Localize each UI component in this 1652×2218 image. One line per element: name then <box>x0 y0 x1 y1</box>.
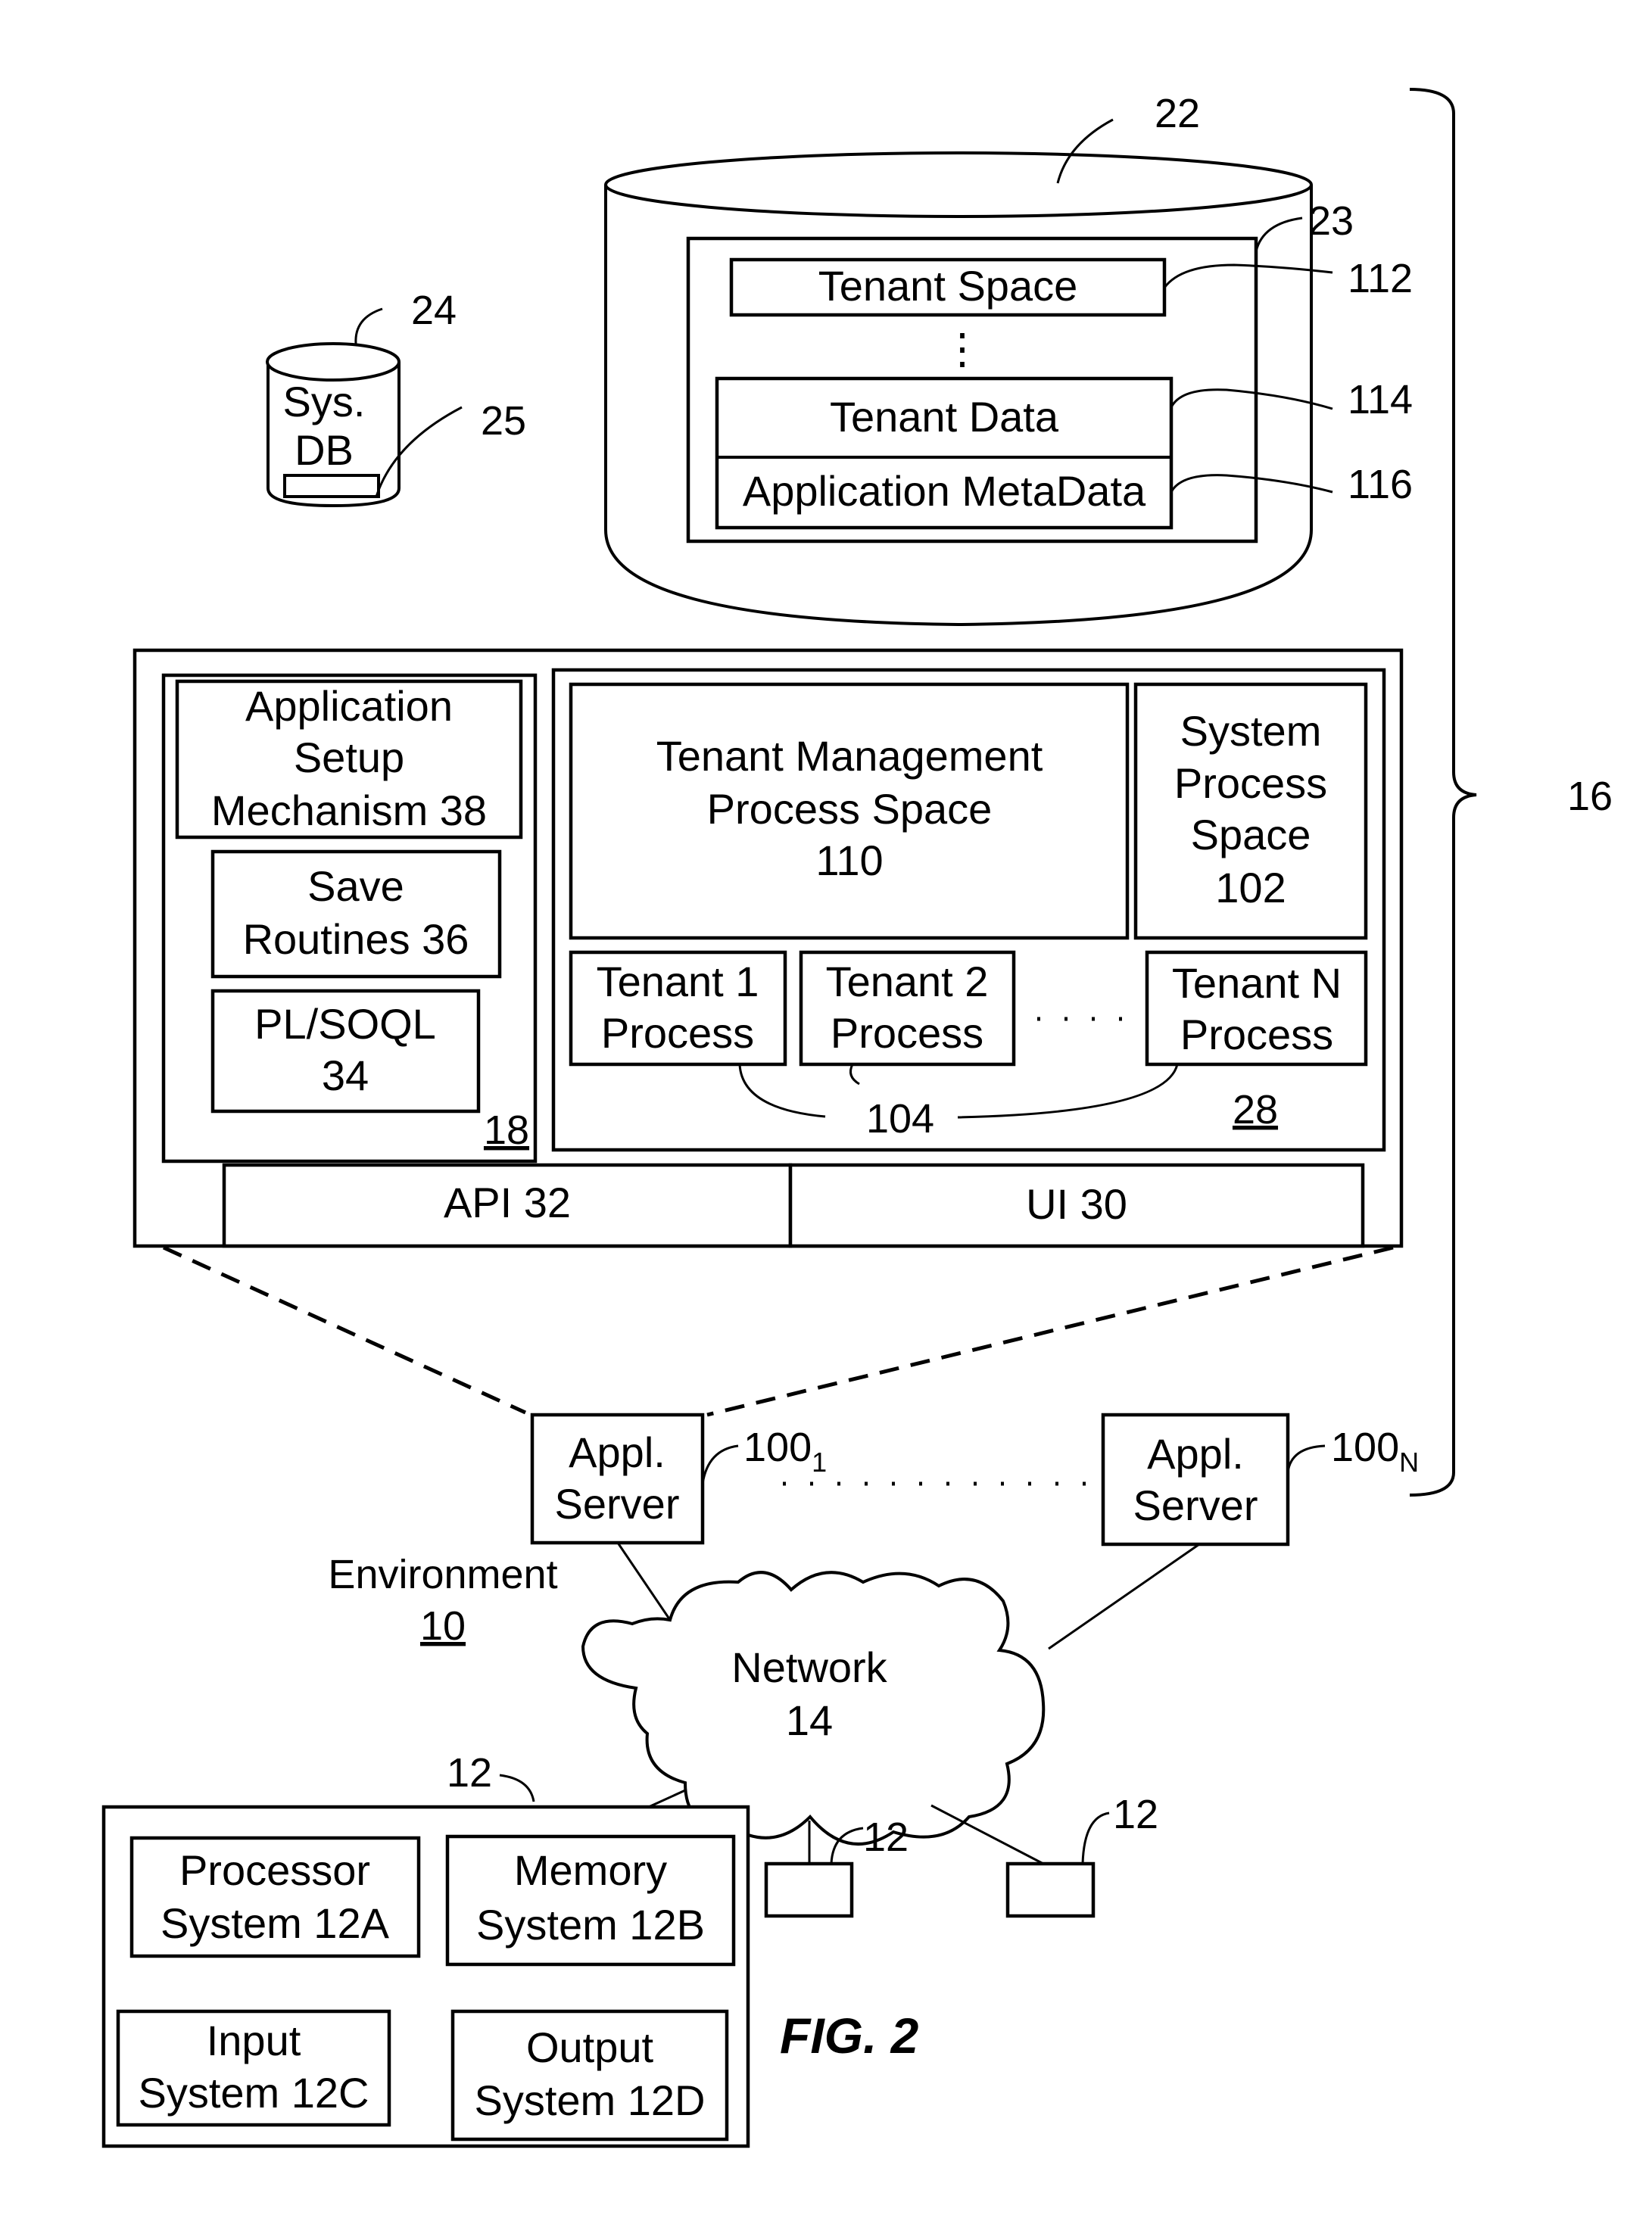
tenant-database: 22 23 Tenant Space 112 ⋮ Tenant Data 114… <box>604 91 1413 627</box>
tenantN-line1: Tenant N <box>1172 959 1342 1007</box>
ref-104: 104 <box>866 1096 934 1142</box>
tenant-space-ellipsis: ⋮ <box>941 325 983 372</box>
ref-100-n: 100N <box>1331 1425 1419 1478</box>
ref-22: 22 <box>1155 91 1200 136</box>
ui-label: UI 30 <box>1026 1180 1127 1228</box>
link-network-user-3 <box>930 1804 1044 1865</box>
app-server-n-line2: Server <box>1133 1481 1258 1529</box>
plsoql-line2: 34 <box>322 1051 369 1099</box>
leader-24 <box>354 307 383 344</box>
tenant1-line2: Process <box>601 1009 754 1057</box>
user-system-2-box <box>764 1861 854 1918</box>
ref-12-user-3: 12 <box>1113 1792 1158 1837</box>
ref-24: 24 <box>411 288 457 333</box>
tenant-mgmt-line2: Process Space <box>707 785 993 833</box>
system-16-brace: 16 <box>1409 88 1613 1497</box>
tenant2-line1: Tenant 2 <box>826 958 989 1005</box>
app-setup-line3: Mechanism 38 <box>211 787 487 834</box>
save-routines-line2: Routines 36 <box>243 915 469 963</box>
zoom-line-right <box>706 1245 1394 1417</box>
ref-25: 25 <box>481 398 526 444</box>
sys-db-label-line2: DB <box>295 426 354 474</box>
ref-16: 16 <box>1567 774 1613 819</box>
ref-18: 18 <box>484 1107 529 1153</box>
app-setup-line2: Setup <box>294 734 404 781</box>
tenant-space-label: Tenant Space <box>818 262 1077 310</box>
brace-icon <box>1409 88 1477 1497</box>
tenant1-line1: Tenant 1 <box>597 958 759 1005</box>
save-routines-line1: Save <box>307 862 404 910</box>
figure-title: FIG. 2 <box>780 2008 919 2064</box>
leader-100-1 <box>701 1444 739 1484</box>
tenantN-line2: Process <box>1180 1011 1333 1058</box>
app-server-1-line2: Server <box>555 1480 680 1528</box>
network-cloud: Network 14 <box>581 1571 1046 1846</box>
tenant-database-top <box>604 151 1313 218</box>
processor-line2: System 12A <box>161 1899 390 1947</box>
zoom-line-left <box>162 1245 527 1415</box>
system-storage-25 <box>283 474 380 498</box>
app-metadata-label: Application MetaData <box>743 467 1146 515</box>
ref-12-user-system: 12 <box>447 1750 492 1796</box>
network-line1: Network <box>731 1643 887 1691</box>
plsoql-line1: PL/SOQL <box>254 1000 436 1048</box>
output-line2: System 12D <box>475 2076 706 2124</box>
leader-100-n <box>1286 1444 1326 1473</box>
sys-db-label-line1: Sys. <box>283 378 366 425</box>
app-server-n: Appl. Server 100N <box>1101 1413 1419 1547</box>
leader-12-user-3 <box>1081 1811 1110 1864</box>
ref-23: 23 <box>1308 198 1354 244</box>
memory-line2: System 12B <box>476 1901 705 1949</box>
system-process-line1: System <box>1180 707 1322 755</box>
environment-ref: 10 <box>420 1603 466 1649</box>
ref-28: 28 <box>1233 1087 1278 1132</box>
leader-25 <box>375 406 463 497</box>
system-process-line4: 102 <box>1215 864 1286 911</box>
tenant-data-label: Tenant Data <box>830 393 1059 441</box>
system-process-line2: Process <box>1174 759 1327 807</box>
user-system-3: 12 <box>1005 1792 1158 1918</box>
ref-112: 112 <box>1348 256 1413 301</box>
app-server-1: Appl. Server 1001 <box>530 1413 827 1545</box>
user-system-3-box <box>1005 1861 1096 1918</box>
input-line2: System 12C <box>139 2069 369 2117</box>
architecture-diagram: 22 23 Tenant Space 112 ⋮ Tenant Data 114… <box>101 88 1613 2148</box>
leader-23 <box>1255 217 1303 252</box>
ref-114: 114 <box>1348 377 1413 422</box>
system-process-line3: Space <box>1191 811 1311 858</box>
app-setup-line1: Application <box>245 682 453 730</box>
input-line1: Input <box>207 2017 301 2064</box>
tenant-mgmt-line3: 110 <box>815 836 883 884</box>
network-line2: 14 <box>786 1696 833 1744</box>
app-server-n-line1: Appl. <box>1147 1430 1244 1478</box>
leader-12-user-system <box>499 1774 535 1802</box>
memory-line1: Memory <box>514 1846 667 1894</box>
environment-label: Environment <box>328 1552 557 1597</box>
tenant-mgmt-line1: Tenant Management <box>656 732 1043 780</box>
user-system: 12 Processor System 12A Memory System 12… <box>101 1750 750 2148</box>
tenant2-line2: Process <box>831 1009 983 1057</box>
ref-100-1: 1001 <box>743 1425 827 1478</box>
link-serverN-network <box>1048 1543 1200 1650</box>
system-database: Sys. DB 24 25 <box>266 288 526 508</box>
ref-12-user-2: 12 <box>863 1815 909 1860</box>
link-server1-network <box>616 1542 672 1621</box>
processor-line1: Processor <box>179 1846 370 1894</box>
api-label: API 32 <box>444 1179 571 1226</box>
app-server-detail: Application Setup Mechanism 38 Save Rout… <box>132 648 1404 1248</box>
output-line1: Output <box>526 2023 654 2071</box>
system-database-top <box>266 342 401 382</box>
app-server-1-line1: Appl. <box>569 1428 665 1476</box>
ref-116: 116 <box>1348 462 1413 507</box>
